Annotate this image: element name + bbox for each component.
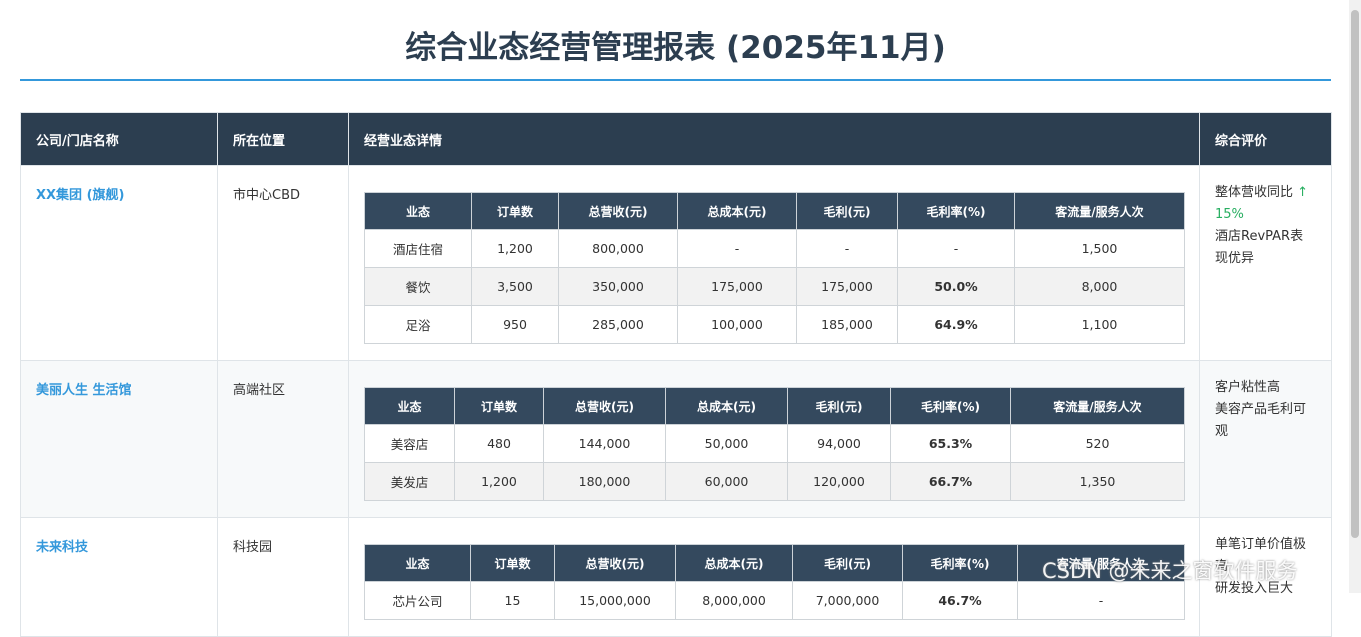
- company-location: 市中心CBD: [217, 165, 349, 361]
- cell-traffic: 8,000: [1014, 267, 1185, 306]
- col-margin: 毛利率(%): [890, 387, 1011, 425]
- col-type: 业态: [364, 387, 455, 425]
- header-evaluation: 综合评价: [1199, 112, 1332, 166]
- vertical-scrollbar[interactable]: [1349, 0, 1361, 593]
- col-cost: 总成本(元): [675, 544, 793, 582]
- col-type: 业态: [364, 544, 471, 582]
- cell-type: 餐饮: [364, 267, 472, 306]
- col-revenue: 总营收(元): [554, 544, 676, 582]
- cell-traffic: 1,350: [1010, 462, 1185, 501]
- cell-traffic: 520: [1010, 424, 1185, 463]
- cell-revenue: 285,000: [558, 305, 678, 344]
- csdn-watermark: CSDN @未来之窗软件服务: [1042, 559, 1298, 583]
- header-details: 经营业态详情: [348, 112, 1200, 166]
- col-orders: 订单数: [454, 387, 544, 425]
- business-header-row: 业态 订单数 总营收(元) 总成本(元) 毛利(元) 毛利率(%) 客流量/服务…: [364, 387, 1185, 425]
- title-divider: [20, 79, 1331, 81]
- cell-cost: 60,000: [665, 462, 788, 501]
- cell-type: 美容店: [364, 424, 455, 463]
- business-table: 业态 订单数 总营收(元) 总成本(元) 毛利(元) 毛利率(%) 客流量/服务…: [364, 387, 1185, 501]
- col-profit: 毛利(元): [796, 192, 898, 230]
- cell-traffic: 1,500: [1014, 229, 1185, 268]
- cell-revenue: 800,000: [558, 229, 678, 268]
- company-row: XX集团 (旗舰) 市中心CBD 业态 订单数 总营收(元) 总成本(元) 毛利…: [20, 165, 1332, 361]
- cell-profit: 7,000,000: [792, 581, 903, 620]
- company-name[interactable]: XX集团 (旗舰): [20, 165, 218, 361]
- cell-profit: 94,000: [787, 424, 891, 463]
- cell-orders: 15: [470, 581, 555, 620]
- company-row: 美丽人生 生活馆 高端社区 业态 订单数 总营收(元) 总成本(元) 毛利(元): [20, 360, 1332, 518]
- cell-revenue: 180,000: [543, 462, 666, 501]
- cell-margin: 64.9%: [897, 305, 1015, 344]
- cell-orders: 3,500: [471, 267, 559, 306]
- col-profit: 毛利(元): [787, 387, 891, 425]
- cell-cost: 8,000,000: [675, 581, 793, 620]
- business-header-row: 业态 订单数 总营收(元) 总成本(元) 毛利(元) 毛利率(%) 客流量/服务…: [364, 192, 1185, 230]
- eval-text: 酒店RevPAR表现优异: [1215, 229, 1304, 266]
- col-revenue: 总营收(元): [558, 192, 678, 230]
- cell-margin: -: [897, 229, 1015, 268]
- eval-text: 整体营收同比: [1215, 185, 1294, 200]
- business-row: 美容店 480 144,000 50,000 94,000 65.3% 520: [364, 424, 1185, 463]
- header-location: 所在位置: [217, 112, 349, 166]
- col-margin: 毛利率(%): [897, 192, 1015, 230]
- cell-margin: 46.7%: [902, 581, 1018, 620]
- cell-profit: 175,000: [796, 267, 898, 306]
- business-details: 业态 订单数 总营收(元) 总成本(元) 毛利(元) 毛利率(%) 客流量/服务…: [348, 165, 1200, 361]
- eval-text: 客户粘性高: [1215, 380, 1281, 395]
- report-page: 综合业态经营管理报表 (2025年11月) 公司/门店名称 所在位置 经营业态详…: [20, 0, 1332, 637]
- page-title: 综合业态经营管理报表 (2025年11月): [405, 30, 946, 66]
- cell-revenue: 144,000: [543, 424, 666, 463]
- cell-revenue: 15,000,000: [554, 581, 676, 620]
- cell-cost: 50,000: [665, 424, 788, 463]
- company-location: 科技园: [217, 517, 349, 637]
- eval-text: 美容产品毛利可观: [1215, 402, 1307, 439]
- company-evaluation: 整体营收同比 ↑ 15% 酒店RevPAR表现优异: [1199, 165, 1332, 361]
- cell-margin: 66.7%: [890, 462, 1011, 501]
- cell-orders: 480: [454, 424, 544, 463]
- cell-margin: 50.0%: [897, 267, 1015, 306]
- cell-orders: 950: [471, 305, 559, 344]
- col-profit: 毛利(元): [792, 544, 903, 582]
- scrollbar-thumb[interactable]: [1351, 10, 1359, 538]
- cell-margin: 65.3%: [890, 424, 1011, 463]
- cell-orders: 1,200: [471, 229, 559, 268]
- col-margin: 毛利率(%): [902, 544, 1018, 582]
- company-name[interactable]: 未来科技: [20, 517, 218, 637]
- business-row: 芯片公司 15 15,000,000 8,000,000 7,000,000 4…: [364, 581, 1185, 620]
- cell-cost: 100,000: [677, 305, 797, 344]
- col-traffic: 客流量/服务人次: [1014, 192, 1185, 230]
- col-cost: 总成本(元): [665, 387, 788, 425]
- business-row: 餐饮 3,500 350,000 175,000 175,000 50.0% 8…: [364, 267, 1185, 306]
- cell-cost: 175,000: [677, 267, 797, 306]
- col-traffic: 客流量/服务人次: [1010, 387, 1185, 425]
- cell-orders: 1,200: [454, 462, 544, 501]
- cell-profit: 185,000: [796, 305, 898, 344]
- cell-revenue: 350,000: [558, 267, 678, 306]
- cell-type: 足浴: [364, 305, 472, 344]
- cell-profit: 120,000: [787, 462, 891, 501]
- header-company: 公司/门店名称: [20, 112, 218, 166]
- company-name[interactable]: 美丽人生 生活馆: [20, 360, 218, 518]
- cell-type: 酒店住宿: [364, 229, 472, 268]
- business-details: 业态 订单数 总营收(元) 总成本(元) 毛利(元) 毛利率(%) 客流量/服务…: [348, 360, 1200, 518]
- company-evaluation: 客户粘性高 美容产品毛利可观: [1199, 360, 1332, 518]
- cell-type: 芯片公司: [364, 581, 471, 620]
- business-row: 酒店住宿 1,200 800,000 - - - 1,500: [364, 229, 1185, 268]
- company-location: 高端社区: [217, 360, 349, 518]
- report-header-row: 公司/门店名称 所在位置 经营业态详情 综合评价: [20, 112, 1332, 166]
- cell-traffic: -: [1017, 581, 1185, 620]
- col-type: 业态: [364, 192, 472, 230]
- col-orders: 订单数: [470, 544, 555, 582]
- cell-profit: -: [796, 229, 898, 268]
- cell-cost: -: [677, 229, 797, 268]
- cell-type: 美发店: [364, 462, 455, 501]
- cell-traffic: 1,100: [1014, 305, 1185, 344]
- business-table: 业态 订单数 总营收(元) 总成本(元) 毛利(元) 毛利率(%) 客流量/服务…: [364, 192, 1185, 344]
- col-orders: 订单数: [471, 192, 559, 230]
- col-revenue: 总营收(元): [543, 387, 666, 425]
- business-row: 足浴 950 285,000 100,000 185,000 64.9% 1,1…: [364, 305, 1185, 344]
- business-row: 美发店 1,200 180,000 60,000 120,000 66.7% 1…: [364, 462, 1185, 501]
- col-cost: 总成本(元): [677, 192, 797, 230]
